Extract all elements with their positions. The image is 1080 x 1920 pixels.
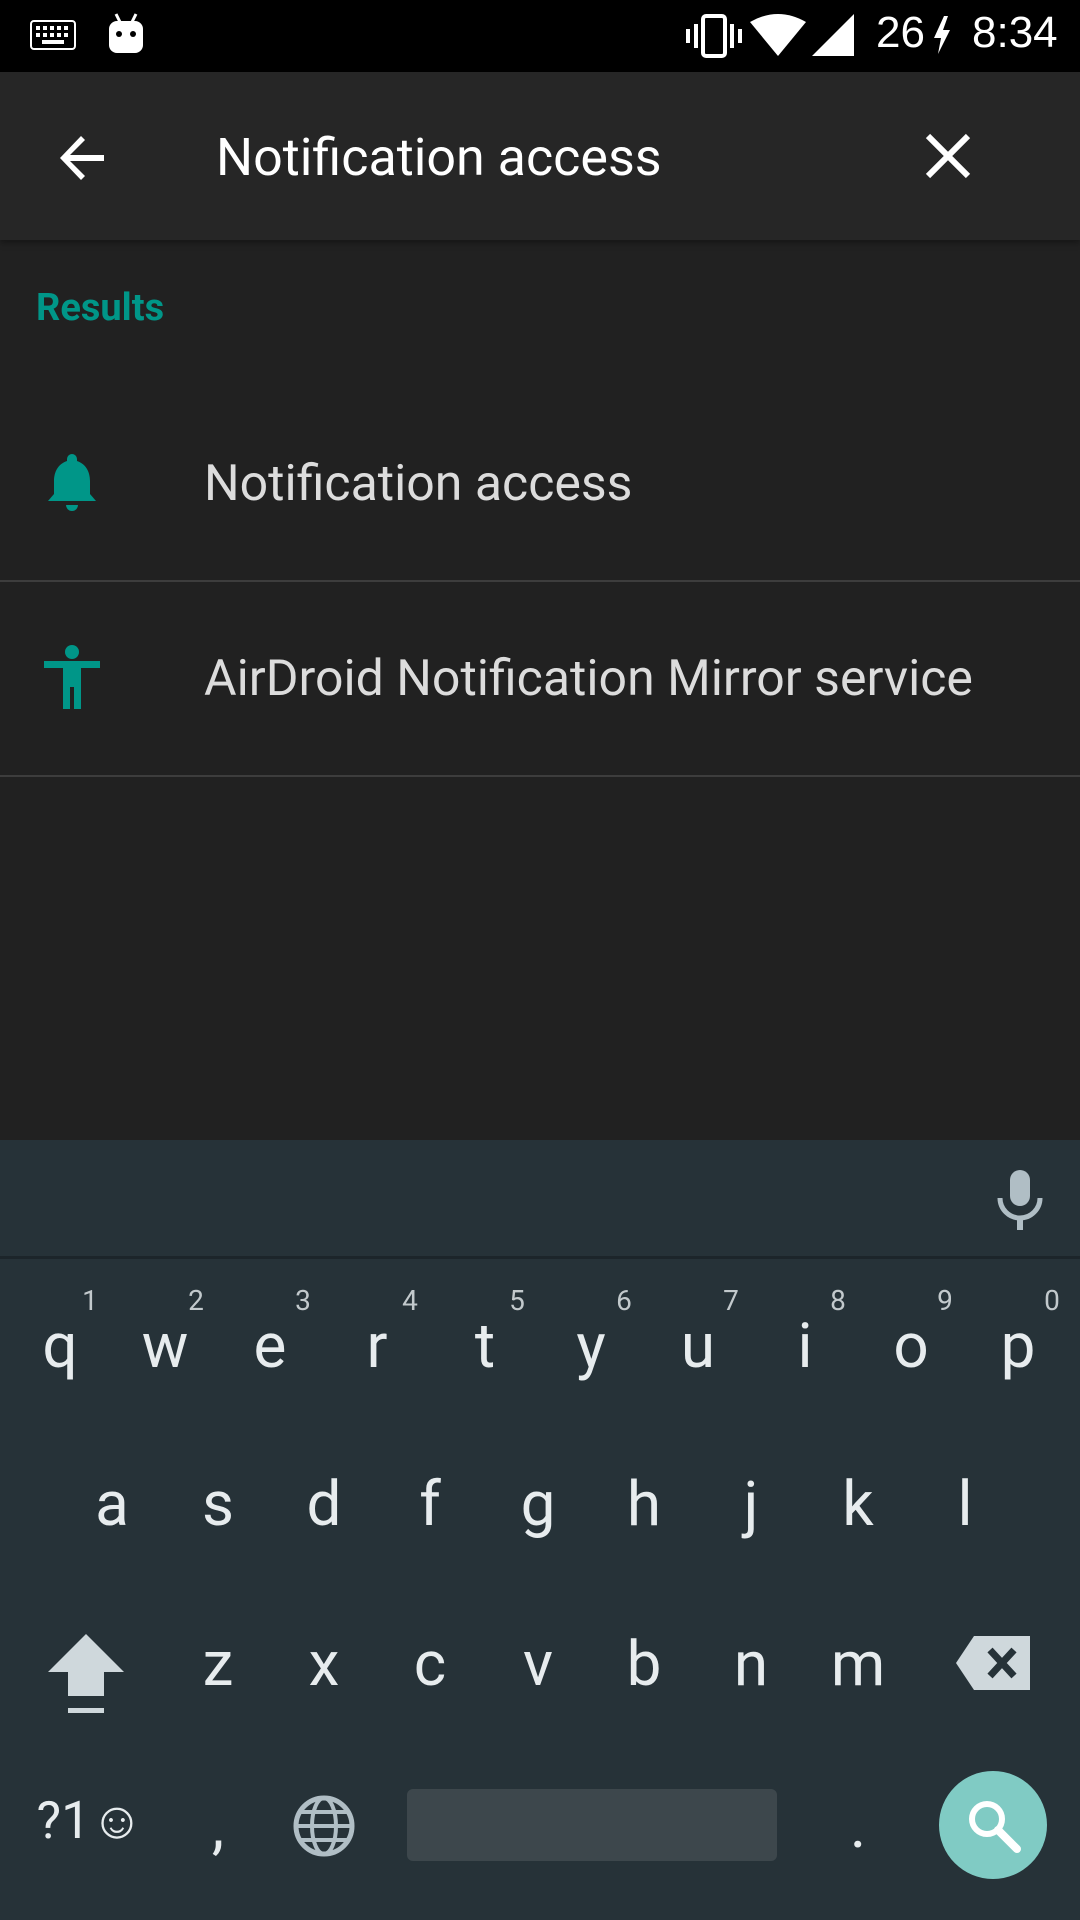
key-o[interactable]: o <box>861 1310 961 1383</box>
key-hint: 2 <box>188 1284 204 1317</box>
key-hint: 4 <box>402 1284 418 1317</box>
key-y[interactable]: y <box>541 1310 641 1383</box>
backspace-icon[interactable] <box>956 1636 1030 1690</box>
key-hint: 5 <box>509 1284 525 1317</box>
search-button[interactable] <box>939 1771 1047 1879</box>
cellular-signal-icon <box>812 14 854 56</box>
key-i[interactable]: i <box>755 1310 855 1383</box>
key-hint: 1 <box>82 1284 98 1317</box>
shift-icon[interactable] <box>48 1634 124 1714</box>
search-icon <box>969 1801 1021 1853</box>
result-label: AirDroid Notification Mirror service <box>204 650 973 708</box>
vibrate-icon <box>686 14 742 58</box>
key-x[interactable]: x <box>274 1628 374 1701</box>
key-b[interactable]: b <box>594 1628 694 1701</box>
result-item-airdroid-service[interactable]: AirDroid Notification Mirror service <box>0 581 1080 777</box>
key-r[interactable]: r <box>327 1310 427 1383</box>
search-input[interactable]: Notification access <box>216 126 662 190</box>
key-k[interactable]: k <box>808 1468 908 1541</box>
key-hint: 0 <box>1044 1284 1060 1317</box>
globe-icon[interactable] <box>292 1794 356 1858</box>
android-debug-icon <box>109 13 143 53</box>
battery-level: 26 <box>876 8 925 57</box>
result-item-notification-access[interactable]: Notification access <box>0 386 1080 582</box>
keyboard-suggestion-strip <box>0 1140 1080 1259</box>
key-z[interactable]: z <box>168 1628 268 1701</box>
status-bar: 26 8:34 <box>0 0 1080 72</box>
key-hint: 9 <box>937 1284 953 1317</box>
clock: 8:34 <box>972 8 1058 57</box>
key-hint: 6 <box>616 1284 632 1317</box>
key-c[interactable]: c <box>380 1628 480 1701</box>
key-f[interactable]: f <box>380 1468 480 1541</box>
key-m[interactable]: m <box>808 1628 908 1701</box>
key-p[interactable]: p <box>968 1310 1068 1383</box>
key-q[interactable]: q <box>10 1310 110 1383</box>
accessibility-icon <box>44 645 100 709</box>
result-label: Notification access <box>204 455 633 513</box>
key-n[interactable]: n <box>701 1628 801 1701</box>
keyboard-icon <box>30 20 76 50</box>
key-l[interactable]: l <box>915 1468 1015 1541</box>
key-w[interactable]: w <box>115 1310 215 1383</box>
results-header: Results <box>36 286 165 330</box>
comma-key[interactable]: , <box>168 1790 268 1863</box>
back-arrow-icon[interactable] <box>48 122 120 194</box>
key-hint: 7 <box>723 1284 739 1317</box>
key-hint: 8 <box>830 1284 846 1317</box>
search-toolbar: Notification access <box>0 72 1080 240</box>
key-s[interactable]: s <box>168 1468 268 1541</box>
charging-icon <box>934 16 950 54</box>
wifi-icon <box>750 14 806 56</box>
space-key[interactable] <box>407 1789 777 1861</box>
period-key[interactable]: . <box>808 1790 908 1863</box>
key-d[interactable]: d <box>274 1468 374 1541</box>
key-a[interactable]: a <box>62 1468 162 1541</box>
key-h[interactable]: h <box>594 1468 694 1541</box>
key-j[interactable]: j <box>701 1468 801 1541</box>
key-u[interactable]: u <box>648 1310 748 1383</box>
symbols-key[interactable]: ?1☺ <box>20 1790 160 1851</box>
bell-icon <box>48 454 96 511</box>
microphone-icon[interactable] <box>988 1168 1052 1232</box>
key-e[interactable]: e <box>220 1310 320 1383</box>
key-v[interactable]: v <box>488 1628 588 1701</box>
key-hint: 3 <box>295 1284 311 1317</box>
close-icon[interactable] <box>912 120 984 192</box>
key-t[interactable]: t <box>435 1310 535 1383</box>
key-g[interactable]: g <box>488 1468 588 1541</box>
